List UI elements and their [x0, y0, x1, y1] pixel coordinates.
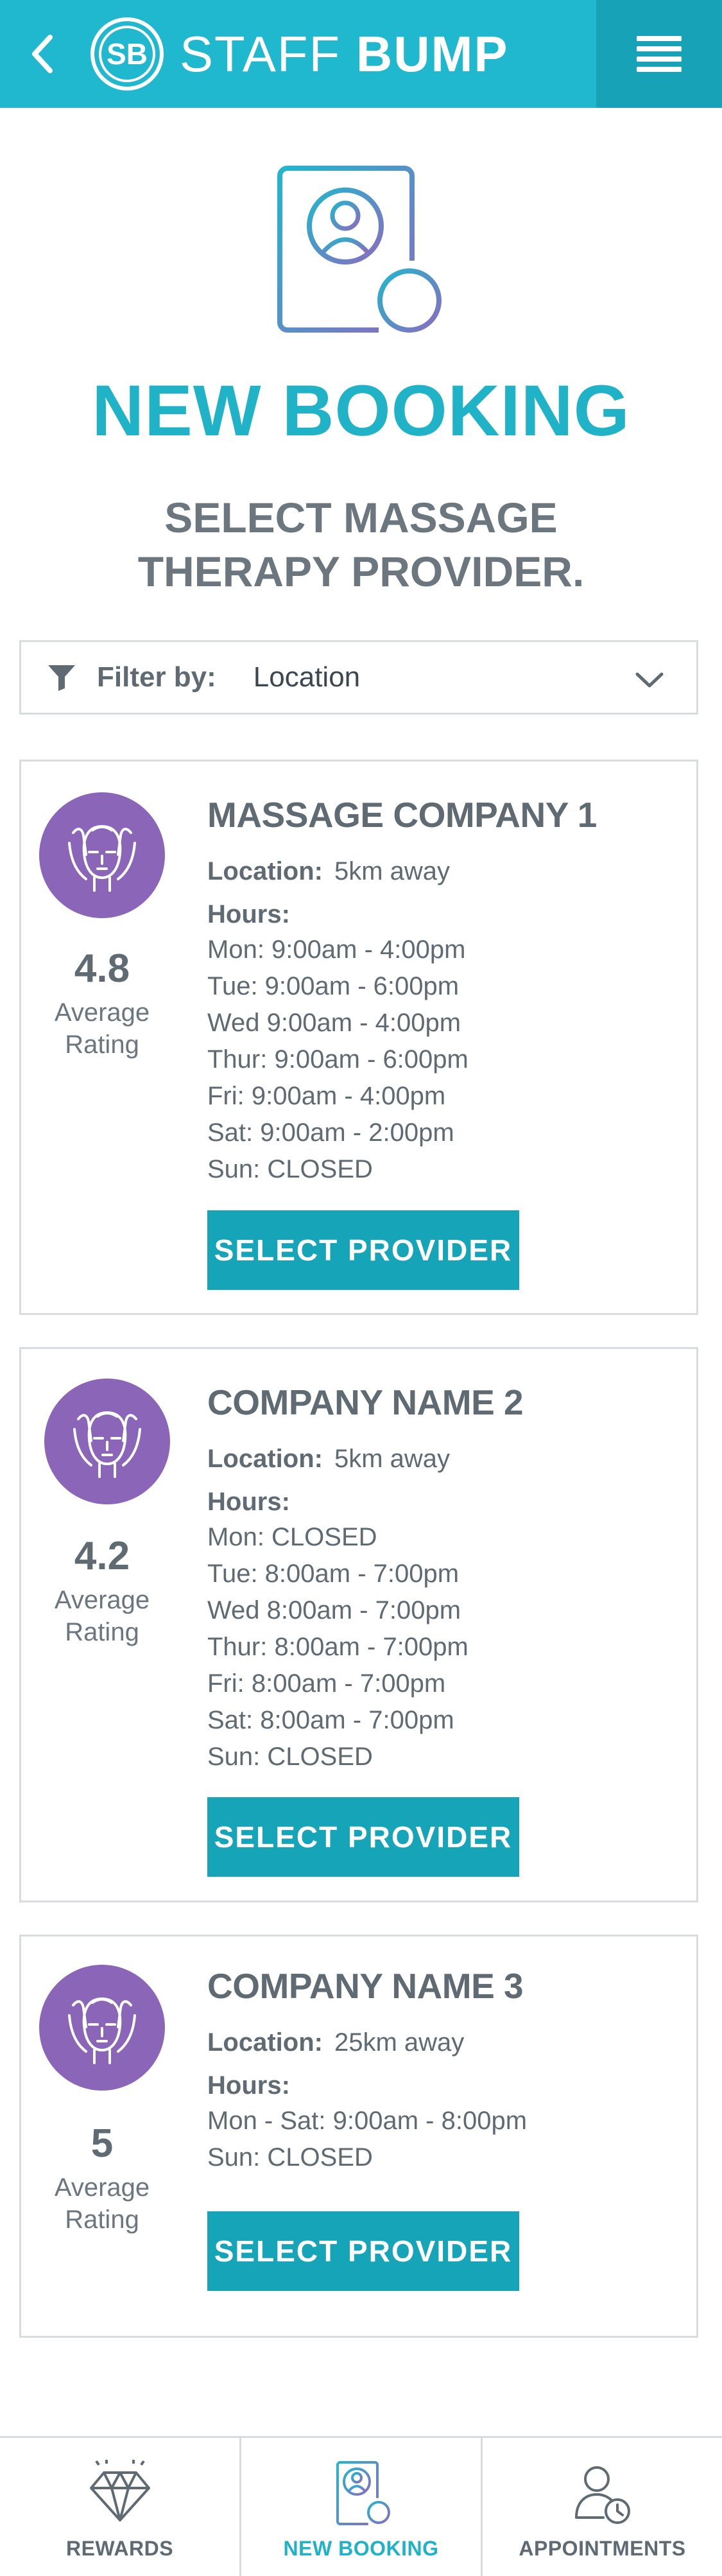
filter-selected-value: Location: [253, 661, 361, 693]
new-booking-icon: [336, 2461, 390, 2525]
hours-label: Hours:: [207, 1488, 290, 1517]
menu-button[interactable]: [596, 0, 722, 108]
rating-label: Average Rating: [54, 1586, 150, 1646]
provider-name: COMPANY NAME 2: [207, 1382, 524, 1422]
hours-line: Sat: 8:00am - 7:00pm: [207, 1706, 454, 1735]
nav-item-rewards[interactable]: REWARDS: [0, 2438, 239, 2576]
hours-line: Fri: 8:00am - 7:00pm: [207, 1669, 446, 1698]
rating-value: 4.8: [74, 946, 130, 991]
hours-line: Sat: 9:00am - 2:00pm: [207, 1118, 454, 1147]
massage-face-icon: [73, 1411, 141, 1478]
massage-face-icon: [68, 825, 136, 892]
hours-label: Hours:: [207, 2071, 290, 2100]
nav-item-new-booking[interactable]: NEW BOOKING: [239, 2438, 481, 2576]
nav-label: REWARDS: [65, 2537, 174, 2560]
nav-item-appointments[interactable]: APPOINTMENTS: [481, 2438, 722, 2576]
massage-face-icon: [68, 1997, 136, 2064]
provider-location: Location: 5km away: [207, 857, 451, 886]
hamburger-menu-icon: [637, 36, 682, 72]
rating-value: 5: [90, 2121, 114, 2166]
hours-line: Mon - Sat: 9:00am - 8:00pm: [207, 2107, 528, 2136]
provider-card: 5 Average Rating COMPANY NAME 3 Location…: [19, 1935, 698, 2338]
hours-line: Tue: 9:00am - 6:00pm: [207, 972, 460, 1001]
nav-label: NEW BOOKING: [283, 2537, 439, 2560]
hours-line: Tue: 8:00am - 7:00pm: [207, 1560, 460, 1588]
hours-line: Thur: 9:00am - 6:00pm: [207, 1045, 468, 1074]
hours-label: Hours:: [207, 900, 290, 929]
rating-label: Average Rating: [54, 998, 150, 1059]
page-subtitle: SELECT MASSAGE THERAPY PROVIDER.: [137, 494, 585, 595]
new-booking-hero-icon: [277, 166, 442, 333]
select-provider-button[interactable]: SELECT PROVIDER: [207, 1210, 519, 1290]
select-provider-button[interactable]: SELECT PROVIDER: [207, 1797, 519, 1877]
appointments-icon: [574, 2466, 630, 2524]
logo-initials: SB: [107, 37, 148, 71]
nav-label: APPOINTMENTS: [519, 2537, 686, 2560]
provider-name: MASSAGE COMPANY 1: [207, 795, 597, 835]
chevron-left-icon: [32, 35, 53, 73]
provider-avatar: [44, 1379, 170, 1504]
hours-line: Sun: CLOSED: [207, 1743, 373, 1771]
hours-line: Sun: CLOSED: [207, 1155, 373, 1184]
staff-bump-logo-icon: SB: [90, 17, 164, 91]
hours-line: Wed 9:00am - 4:00pm: [207, 1009, 461, 1038]
bottom-nav: REWARDS NEW BOOKING APPOINTMENTS: [0, 2436, 722, 2576]
provider-avatar: [39, 1965, 165, 2091]
hours-line: Sun: CLOSED: [207, 2143, 373, 2172]
provider-location: Location: 25km away: [207, 2028, 465, 2057]
filter-label: Filter by:: [97, 661, 216, 693]
back-button[interactable]: [23, 28, 62, 80]
rating-label: Average Rating: [54, 2173, 150, 2234]
diamond-icon: [89, 2460, 150, 2521]
brand-logo[interactable]: SB STAFF BUMP: [90, 17, 509, 91]
hours-line: Mon: 9:00am - 4:00pm: [207, 936, 466, 964]
page-title: NEW BOOKING: [92, 370, 630, 451]
brand-name: STAFF BUMP: [180, 26, 509, 82]
provider-card: 4.8 Average Rating MASSAGE COMPANY 1 Loc…: [19, 760, 698, 1315]
provider-name: COMPANY NAME 3: [207, 1966, 524, 2006]
chevron-down-icon: [635, 672, 664, 688]
app-header: SB STAFF BUMP: [0, 0, 722, 108]
provider-avatar: [39, 792, 165, 918]
select-provider-button[interactable]: SELECT PROVIDER: [207, 2211, 519, 2291]
filter-dropdown[interactable]: Filter by: Location: [19, 640, 698, 715]
hours-line: Mon: CLOSED: [207, 1523, 377, 1552]
funnel-icon: [48, 665, 75, 691]
rating-value: 4.2: [74, 1534, 130, 1578]
hours-line: Fri: 9:00am - 4:00pm: [207, 1082, 446, 1111]
hours-line: Thur: 8:00am - 7:00pm: [207, 1633, 468, 1662]
provider-location: Location: 5km away: [207, 1445, 451, 1474]
hours-line: Wed 8:00am - 7:00pm: [207, 1596, 461, 1625]
provider-card: 4.2 Average Rating COMPANY NAME 2 Locati…: [19, 1347, 698, 1902]
